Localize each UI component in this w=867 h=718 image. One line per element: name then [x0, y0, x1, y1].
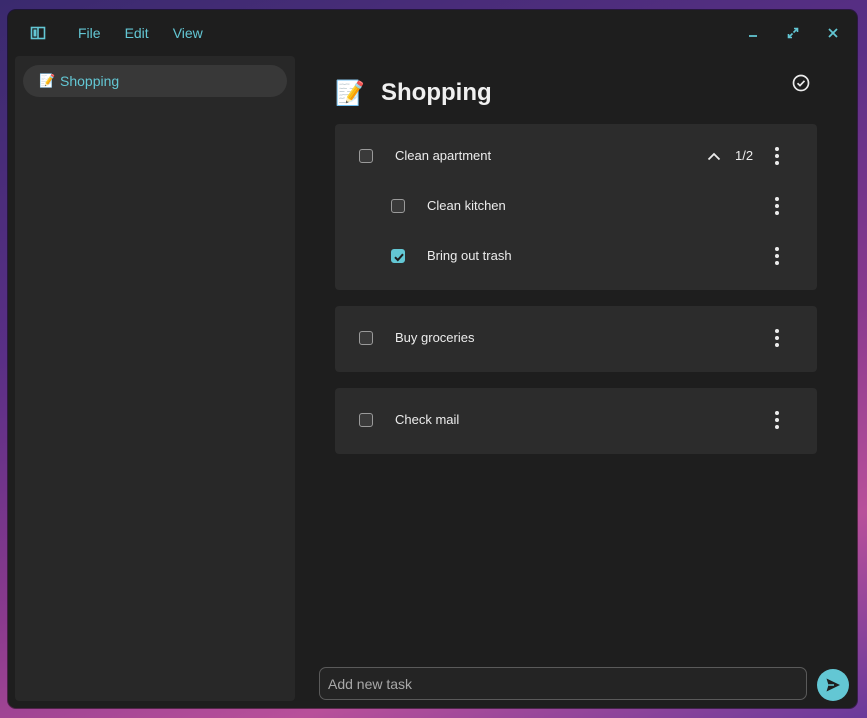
send-icon	[826, 678, 840, 692]
new-task-field	[319, 667, 807, 700]
menu-edit[interactable]: Edit	[113, 10, 161, 56]
more-options-icon[interactable]	[769, 408, 785, 432]
menu-bar: File Edit View	[66, 10, 215, 56]
task-card: Clean apartment 1/2 Clean kitchen Bring …	[335, 124, 817, 290]
app-window: File Edit View 📝 Shopping 📝 Shopping Cle…	[8, 10, 857, 708]
subtask-progress: 1/2	[735, 148, 754, 163]
main-content: 📝 Shopping Clean apartment 1/2 Clean kit…	[303, 56, 857, 708]
task-checkbox[interactable]	[359, 149, 373, 163]
subtask-row: Bring out trash	[335, 232, 817, 282]
send-button[interactable]	[817, 669, 849, 701]
new-task-input[interactable]	[326, 674, 790, 693]
sidebar-toggle-icon[interactable]	[30, 25, 46, 41]
minimize-icon[interactable]	[745, 25, 761, 41]
subtask-row: Clean kitchen	[335, 182, 817, 232]
task-checkbox[interactable]	[359, 331, 373, 345]
subtask-label[interactable]: Clean kitchen	[427, 182, 506, 230]
task-row: Check mail	[335, 396, 817, 446]
sidebar-item-shopping[interactable]: 📝 Shopping	[23, 65, 287, 97]
chevron-up-icon[interactable]	[705, 148, 723, 166]
titlebar: File Edit View	[8, 10, 857, 56]
task-label[interactable]: Clean apartment	[395, 132, 491, 180]
more-options-icon[interactable]	[769, 244, 785, 268]
menu-file[interactable]: File	[66, 10, 113, 56]
sidebar: 📝 Shopping	[15, 56, 295, 701]
maximize-icon[interactable]	[785, 25, 801, 41]
subtask-checkbox[interactable]	[391, 199, 405, 213]
task-label[interactable]: Check mail	[395, 396, 459, 444]
more-options-icon[interactable]	[769, 194, 785, 218]
task-label[interactable]: Buy groceries	[395, 314, 474, 362]
subtask-label[interactable]: Bring out trash	[427, 232, 512, 280]
sidebar-item-label: Shopping	[60, 73, 120, 89]
page-title: Shopping	[381, 79, 492, 106]
menu-view[interactable]: View	[161, 10, 215, 56]
more-options-icon[interactable]	[769, 326, 785, 350]
close-icon[interactable]	[825, 25, 841, 41]
task-row: Clean apartment 1/2	[335, 132, 817, 182]
memo-icon: 📝	[39, 73, 56, 88]
more-options-icon[interactable]	[769, 144, 785, 168]
task-row: Buy groceries	[335, 314, 817, 364]
task-checkbox[interactable]	[359, 413, 373, 427]
memo-icon: 📝	[335, 79, 365, 107]
task-card: Buy groceries	[335, 306, 817, 372]
check-circle-icon[interactable]	[791, 73, 811, 93]
task-card: Check mail	[335, 388, 817, 454]
subtask-checkbox-checked[interactable]	[391, 249, 405, 263]
page-header: 📝 Shopping	[335, 68, 492, 118]
